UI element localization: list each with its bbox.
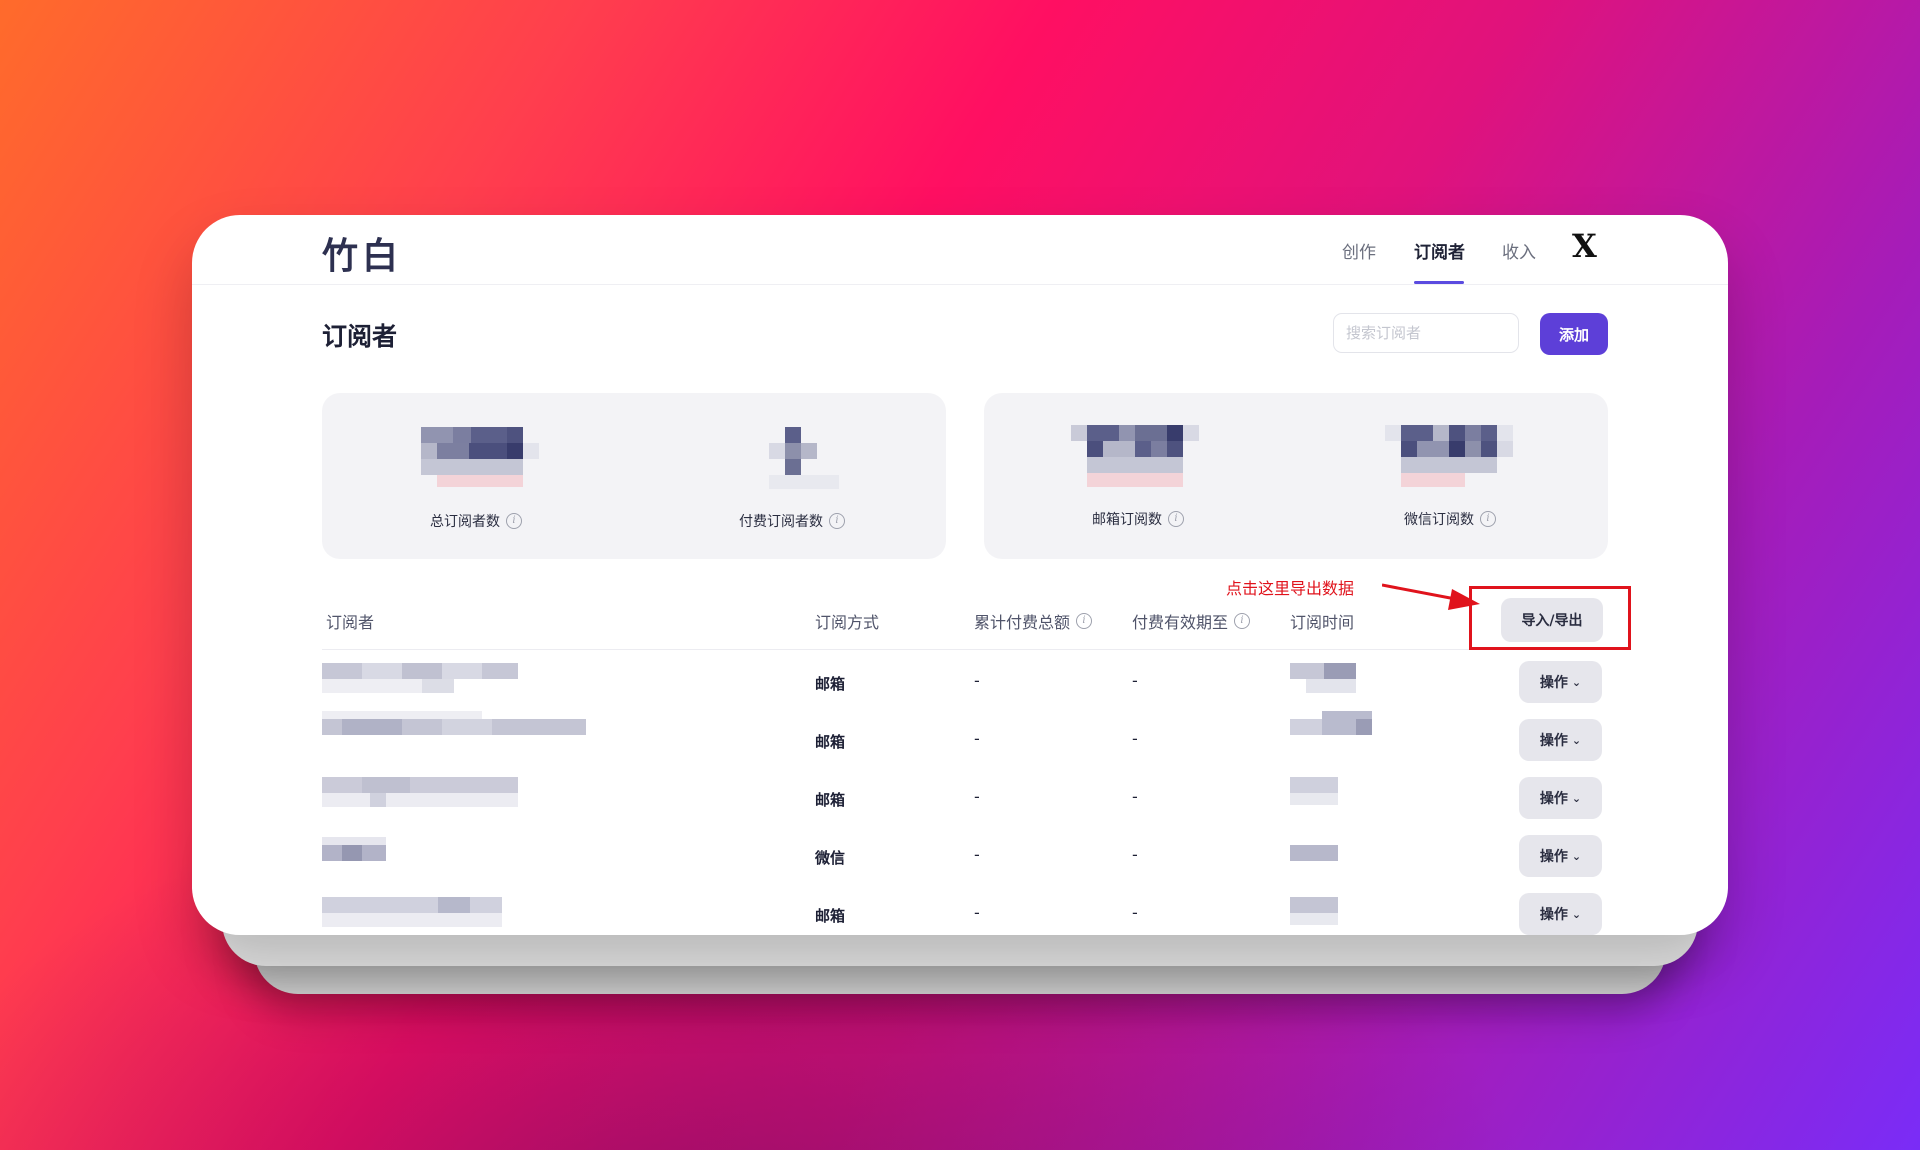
stats-panel-channels: 邮箱订阅数 i 微信订阅数 i [984, 393, 1608, 559]
annotation-text: 点击这里导出数据 [1226, 579, 1355, 598]
expiry-value: - [1132, 671, 1138, 690]
expiry-value: - [1132, 787, 1138, 806]
table-row[interactable]: 邮箱 - - 操作 ⌄ [192, 769, 1728, 827]
annotation-arrow-icon [1382, 583, 1480, 610]
table-row[interactable]: 邮箱 - - 操作 ⌄ [192, 885, 1728, 935]
obscured-value [1071, 425, 1205, 491]
nav-item-subscribers[interactable]: 订阅者 [1414, 238, 1465, 263]
row-actions-button[interactable]: 操作 ⌄ [1519, 719, 1602, 761]
info-icon[interactable]: i [829, 513, 845, 529]
nav-item-income[interactable]: 收入 [1502, 238, 1536, 263]
info-icon[interactable]: i [1480, 511, 1496, 527]
obscured-value [757, 427, 839, 493]
subscribe-method: 邮箱 [815, 733, 846, 751]
add-subscriber-button[interactable]: 添加 [1540, 313, 1608, 355]
subscribe-method: 微信 [815, 849, 846, 867]
expiry-value: - [1132, 845, 1138, 864]
table-header-divider [322, 649, 1608, 650]
obscured-value [1385, 425, 1515, 491]
chevron-down-icon: ⌄ [1571, 791, 1582, 805]
stats-panel-total: 总订阅者数 i 付费订阅者数 i [322, 393, 946, 559]
info-icon[interactable]: i [1168, 511, 1184, 527]
total-paid-value: - [974, 903, 980, 922]
stat-label: 微信订阅数 [1404, 512, 1474, 528]
total-paid-value: - [974, 729, 980, 748]
obscured-value [411, 427, 541, 493]
subscribe-method: 邮箱 [815, 675, 846, 693]
x-logo-icon[interactable]: X [1572, 227, 1597, 265]
expiry-value: - [1132, 729, 1138, 748]
annotation-highlight-box [1469, 586, 1631, 650]
row-actions-button[interactable]: 操作 ⌄ [1519, 835, 1602, 877]
info-icon[interactable]: i [1076, 613, 1093, 629]
stat-label: 付费订阅者数 [739, 514, 823, 530]
column-header-time[interactable]: 订阅时间 [1290, 609, 1354, 633]
subscribe-method: 邮箱 [815, 791, 846, 809]
page-title: 订阅者 [322, 322, 398, 351]
expiry-value: - [1132, 903, 1138, 922]
table-row[interactable]: 邮箱 - - 操作 ⌄ [192, 711, 1728, 769]
column-header-total-paid[interactable]: 累计付费总额 i [974, 609, 1093, 633]
chevron-down-icon: ⌄ [1571, 907, 1582, 921]
stat-paid-subscribers: 付费订阅者数 i [712, 427, 872, 531]
total-paid-value: - [974, 845, 980, 864]
row-actions-button[interactable]: 操作 ⌄ [1519, 893, 1602, 935]
info-icon[interactable]: i [506, 513, 522, 529]
table-row[interactable]: 邮箱 - - 操作 ⌄ [192, 653, 1728, 711]
column-header-subscriber[interactable]: 订阅者 [326, 609, 374, 633]
table-row[interactable]: 微信 - - 操作 ⌄ [192, 827, 1728, 885]
subscribe-method: 邮箱 [815, 907, 846, 925]
chevron-down-icon: ⌄ [1571, 849, 1582, 863]
stat-label: 总订阅者数 [430, 514, 500, 530]
chevron-down-icon: ⌄ [1571, 733, 1582, 747]
header-divider [192, 284, 1728, 285]
column-header-method[interactable]: 订阅方式 [815, 609, 879, 633]
stat-wechat-subscribers: 微信订阅数 i [1370, 425, 1530, 529]
chevron-down-icon: ⌄ [1571, 675, 1582, 689]
stat-total-subscribers: 总订阅者数 i [396, 427, 556, 531]
stat-label: 邮箱订阅数 [1092, 512, 1162, 528]
total-paid-value: - [974, 787, 980, 806]
row-actions-button[interactable]: 操作 ⌄ [1519, 777, 1602, 819]
stat-email-subscribers: 邮箱订阅数 i [1058, 425, 1218, 529]
nav-item-create[interactable]: 创作 [1342, 238, 1376, 263]
column-header-expiry[interactable]: 付费有效期至 i [1132, 609, 1251, 633]
app-window: 竹白 创作 订阅者 收入 X 订阅者 添加 总订阅者数 i [192, 215, 1728, 935]
logo[interactable]: 竹白 [322, 227, 402, 279]
search-input[interactable] [1333, 313, 1519, 353]
total-paid-value: - [974, 671, 980, 690]
info-icon[interactable]: i [1234, 613, 1251, 629]
row-actions-button[interactable]: 操作 ⌄ [1519, 661, 1602, 703]
